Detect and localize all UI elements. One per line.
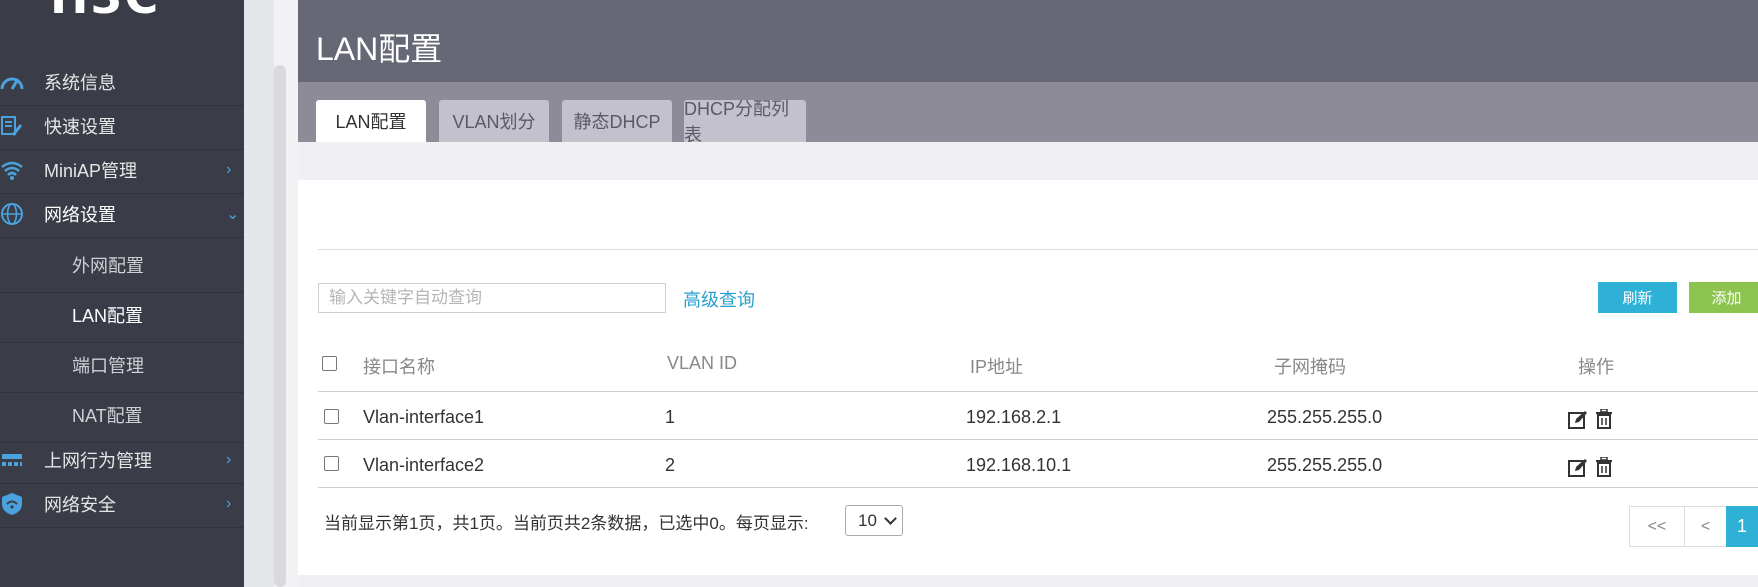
search-input[interactable]: [318, 283, 666, 313]
cell-interface: Vlan-interface2: [363, 455, 485, 475]
delete-icon[interactable]: [1594, 456, 1614, 477]
sidebar-item-network-settings[interactable]: 网络设置 ⌄: [0, 190, 244, 238]
cell-interface: Vlan-interface1: [363, 407, 485, 427]
sidebar: H3C 系统信息 快速设置 MiniAP管理 › 网络设置 ⌄ 外网配置 LAN…: [0, 0, 256, 587]
sidebar-item-network-security[interactable]: 网络安全 ›: [0, 480, 244, 528]
sidebar-subitem-ports[interactable]: 端口管理: [0, 338, 244, 393]
column-header-ip: IP地址: [970, 357, 1024, 377]
tab-vlan[interactable]: VLAN划分: [439, 100, 549, 142]
cell-ip: 192.168.2.1: [966, 407, 1062, 427]
page-title: LAN配置: [316, 31, 443, 67]
scrollbar[interactable]: [274, 65, 286, 587]
sidebar-item-label: 上网行为管理: [44, 450, 152, 471]
tab-bar: LAN配置 VLAN划分 静态DHCP DHCP分配列表: [298, 82, 1758, 145]
column-header-vlan-id: VLAN ID: [667, 353, 738, 373]
cell-mask: 255.255.255.0: [1267, 407, 1383, 427]
shield-icon: [0, 492, 24, 516]
table-row-border: [318, 439, 1758, 440]
sidebar-item-miniap[interactable]: MiniAP管理 ›: [0, 146, 244, 194]
first-page-button[interactable]: <<: [1629, 506, 1685, 547]
row-checkbox[interactable]: [324, 409, 339, 424]
refresh-button[interactable]: 刷新: [1598, 282, 1677, 313]
sidebar-item-label: MiniAP管理: [44, 160, 138, 181]
tab-static-dhcp[interactable]: 静态DHCP: [562, 100, 672, 142]
add-button[interactable]: 添加: [1689, 282, 1758, 313]
prev-page-button[interactable]: <: [1684, 506, 1727, 547]
chevron-down-icon: [884, 512, 897, 525]
wifi-icon: [0, 158, 24, 182]
sidebar-scroll-gutter: [244, 0, 274, 587]
column-header-mask: 子网掩码: [1274, 357, 1346, 377]
sidebar-item-quick-setup[interactable]: 快速设置: [0, 102, 244, 150]
brand-logo: H3C: [50, 0, 160, 24]
cell-vlan-id: 1: [665, 407, 676, 427]
cell-mask: 255.255.255.0: [1267, 455, 1383, 475]
edit-icon[interactable]: [1568, 458, 1588, 478]
page-number-current[interactable]: 1: [1726, 506, 1758, 547]
speedometer-icon: [0, 70, 24, 94]
select-all-checkbox[interactable]: [322, 356, 337, 371]
chevron-down-icon: ⌄: [226, 205, 240, 223]
sidebar-item-label: 网络安全: [44, 494, 116, 515]
row-checkbox[interactable]: [324, 456, 339, 471]
column-header-interface: 接口名称: [363, 357, 435, 377]
wrench-document-icon: [0, 114, 24, 138]
sidebar-item-label: 网络设置: [44, 204, 116, 225]
sidebar-subitem-lan[interactable]: LAN配置: [0, 288, 244, 343]
table-header-border: [318, 391, 1758, 392]
pagination-info: 当前显示第1页，共1页。当前页共2条数据，已选中0。每页显示:: [324, 514, 809, 533]
sidebar-item-system-info[interactable]: 系统信息: [0, 58, 244, 106]
chevron-right-icon: ›: [226, 160, 232, 178]
delete-icon[interactable]: [1594, 408, 1614, 429]
page-header: LAN配置: [298, 0, 1758, 82]
table-row-border: [318, 487, 1758, 488]
sidebar-subitem-nat[interactable]: NAT配置: [0, 388, 244, 443]
tab-dhcp-list[interactable]: DHCP分配列表: [684, 99, 806, 145]
cell-vlan-id: 2: [665, 455, 676, 475]
sidebar-subitem-wan[interactable]: 外网配置: [0, 238, 244, 293]
cell-ip: 192.168.10.1: [966, 455, 1072, 475]
sidebar-item-behavior-mgmt[interactable]: 上网行为管理 ›: [0, 436, 244, 484]
sidebar-item-label: 快速设置: [44, 116, 116, 137]
network-switch-icon: [0, 448, 24, 472]
advanced-search-link[interactable]: 高级查询: [683, 286, 755, 312]
edit-icon[interactable]: [1568, 410, 1588, 430]
sidebar-item-label: 系统信息: [44, 72, 116, 93]
divider: [318, 249, 1758, 250]
page-size-select[interactable]: 10: [845, 505, 903, 536]
column-header-actions: 操作: [1578, 357, 1614, 377]
globe-icon: [0, 202, 24, 226]
page-size-value: 10: [858, 510, 877, 530]
tab-lan-config[interactable]: LAN配置: [316, 100, 426, 142]
chevron-right-icon: ›: [226, 450, 232, 468]
chevron-right-icon: ›: [226, 494, 232, 512]
